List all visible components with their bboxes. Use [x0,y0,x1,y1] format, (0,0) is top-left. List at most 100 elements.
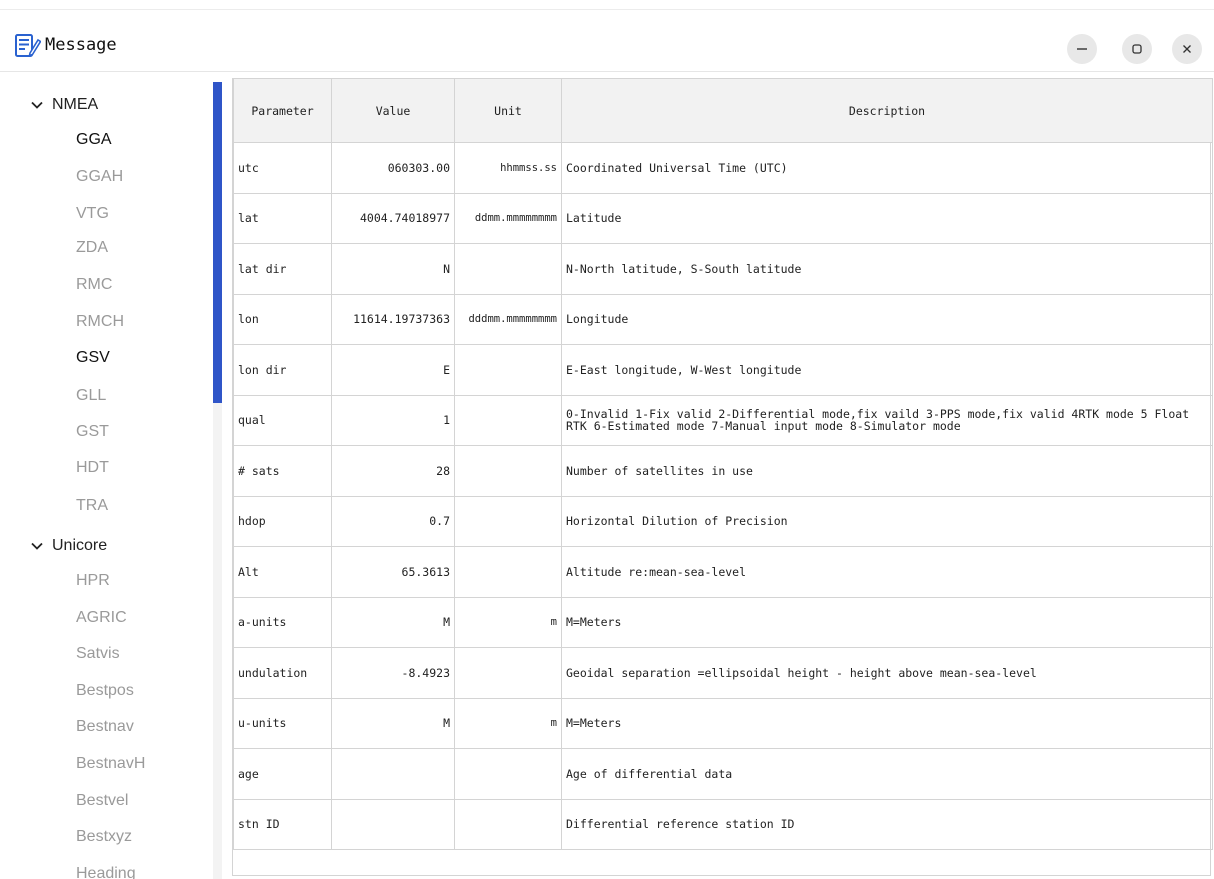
nav-item-ggah[interactable]: GGAH [76,162,123,192]
cell-unit [454,445,562,497]
minimize-button[interactable] [1067,34,1097,64]
close-button[interactable] [1172,34,1202,64]
cell-description: Differential reference station ID [561,798,1213,850]
nav-item-bestnav[interactable]: Bestnav [76,712,134,742]
cell-parameter: lat [233,192,332,244]
column-header-value[interactable]: Value [331,78,455,143]
cell-parameter: lat dir [233,243,332,295]
sidebar-scrollbar-thumb[interactable] [213,82,222,403]
table-row[interactable]: utc 060303.00 hhmmss.ss Coordinated Univers… [233,142,1213,194]
cell-value [331,748,455,800]
maximize-button[interactable] [1122,34,1152,64]
cell-value: 0.7 [331,495,455,547]
cell-description: Horizontal Dilution of Precision [561,495,1213,547]
message-window: Message NMEA GGA GGAH VTG ZDA RMC RMCH G… [0,0,1214,879]
top-strip [0,0,1214,10]
table-row[interactable]: qual 1 0-Invalid 1-Fix valid 2-Differentia… [233,394,1213,446]
message-nav-sidebar: NMEA GGA GGAH VTG ZDA RMC RMCH GSV GLL G… [0,78,222,879]
cell-description: Number of satellites in use [561,445,1213,497]
cell-description: E-East longitude, W-West longitude [561,344,1213,396]
column-header-unit[interactable]: Unit [454,78,562,143]
cell-parameter: Alt [233,546,332,598]
cell-unit: m [454,596,562,648]
group-unicore[interactable]: Unicore [30,531,107,561]
cell-description: M=Meters [561,596,1213,648]
nav-item-vtg[interactable]: VTG [76,199,109,229]
table-row[interactable]: u-units Mm M=Meters [233,697,1213,749]
table-row[interactable]: a-units Mm M=Meters [233,596,1213,648]
cell-unit: dddmm.mmmmmmmm [454,293,562,345]
message-doc-icon [15,34,41,57]
column-header-parameter[interactable]: Parameter [233,78,332,143]
message-table-panel: Parameter Value Unit Description utc 0603… [232,78,1213,876]
cell-parameter: age [233,748,332,800]
cell-value: 65.3613 [331,546,455,598]
table-row[interactable]: lon 11614.19737363 dddmm.mmmmmmmm Longitude [233,293,1213,345]
table-row[interactable]: lon dir E E-East longitude, W-West longitu… [233,344,1213,396]
cell-unit [454,243,562,295]
cell-parameter: hdop [233,495,332,547]
nav-item-bestpos[interactable]: Bestpos [76,676,134,706]
group-label: Unicore [52,537,108,554]
cell-description: Altitude re:mean-sea-level [561,546,1213,598]
cell-parameter: # sats [233,445,332,497]
cell-unit [454,495,562,547]
nav-item-gst[interactable]: GST [76,417,109,447]
nav-item-bestnavh[interactable]: BestnavH [76,749,145,779]
cell-description: Age of differential data [561,748,1213,800]
group-label: NMEA [52,96,99,113]
cell-description: Geoidal separation =ellipsoidal height -… [561,647,1213,699]
group-nmea[interactable]: NMEA [30,90,98,120]
cell-parameter: lon dir [233,344,332,396]
cell-value: M [331,697,455,749]
cell-unit [454,647,562,699]
nav-item-gsv[interactable]: GSV [76,343,110,373]
cell-value: 1 [331,394,455,446]
table-row[interactable]: lat dir N N-North latitude, S-South latitu… [233,243,1213,295]
nav-item-rmch[interactable]: RMCH [76,307,124,337]
nav-item-gll[interactable]: GLL [76,381,106,411]
cell-value: E [331,344,455,396]
table-row[interactable]: undulation -8.4923 Geoidal separation =ell… [233,647,1213,699]
cell-value: M [331,596,455,648]
cell-unit [454,798,562,850]
table-row[interactable]: age Age of differential data [233,748,1213,800]
nav-item-bestvel[interactable]: Bestvel [76,786,128,816]
column-header-description[interactable]: Description [561,78,1213,143]
cell-value [331,798,455,850]
cell-unit [454,546,562,598]
nav-item-agric[interactable]: AGRIC [76,603,127,633]
cell-unit: hhmmss.ss [454,142,562,194]
nav-item-bestxyz[interactable]: Bestxyz [76,822,132,852]
nav-item-zda[interactable]: ZDA [76,233,108,263]
nav-item-hpr[interactable]: HPR [76,566,110,596]
window-title: Message [45,35,117,55]
titlebar: Message [0,20,1214,72]
table-row[interactable]: Alt 65.3613 Altitude re:mean-sea-level [233,546,1213,598]
chevron-down-icon [31,101,43,109]
table-row[interactable]: hdop 0.7 Horizontal Dilution of Precision [233,495,1213,547]
close-icon [1183,45,1191,53]
table-row[interactable]: # sats 28 Number of satellites in use [233,445,1213,497]
cell-value: N [331,243,455,295]
cell-description: M=Meters [561,697,1213,749]
table-header-row: Parameter Value Unit Description [233,78,1213,143]
nav-item-gga[interactable]: GGA [76,125,112,155]
cell-parameter: qual [233,394,332,446]
cell-unit [454,344,562,396]
table-row[interactable]: stn ID Differential reference station ID [233,798,1213,850]
cell-description: Latitude [561,192,1213,244]
cell-value: -8.4923 [331,647,455,699]
cell-parameter: lon [233,293,332,345]
cell-value: 060303.00 [331,142,455,194]
cell-unit: ddmm.mmmmmmmm [454,192,562,244]
nav-item-hdt[interactable]: HDT [76,453,109,483]
nav-item-rmc[interactable]: RMC [76,270,112,300]
cell-parameter: undulation [233,647,332,699]
nav-item-satvis[interactable]: Satvis [76,639,120,669]
cell-unit: m [454,697,562,749]
maximize-icon [1132,44,1142,54]
table-row[interactable]: lat 4004.74018977 ddmm.mmmmmmmm Latitude [233,192,1213,244]
nav-item-heading[interactable]: Heading [76,859,136,879]
nav-item-tra[interactable]: TRA [76,491,108,521]
